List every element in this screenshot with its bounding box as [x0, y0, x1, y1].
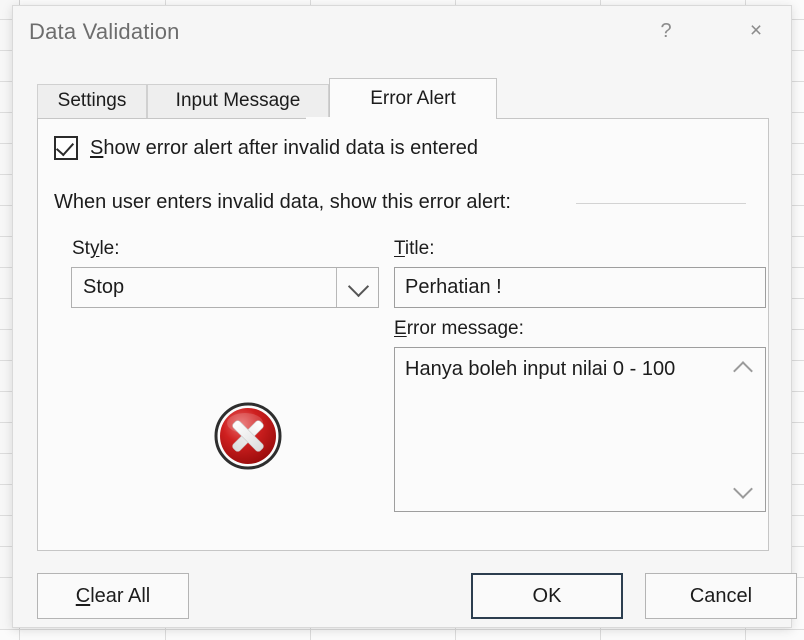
instruction-label: When user enters invalid data, show this…: [54, 191, 511, 213]
error-alert-panel: Show error alert after invalid data is e…: [37, 118, 769, 551]
help-icon[interactable]: ?: [645, 14, 687, 48]
error-message-value: Hanya boleh input nilai 0 - 100: [405, 358, 676, 380]
label-tail: le:: [99, 238, 120, 259]
show-error-alert-checkbox-row[interactable]: Show error alert after invalid data is e…: [54, 136, 478, 160]
chevron-down-icon[interactable]: [731, 479, 757, 502]
title-input-value: Perhatian !: [405, 276, 502, 298]
label-tail: how error alert after invalid data is en…: [103, 136, 478, 159]
accel-char: S: [90, 136, 104, 159]
chevron-shape: [347, 275, 370, 298]
section-divider: [576, 203, 746, 204]
label-tail: itle:: [404, 238, 435, 259]
title-label: Title:: [394, 238, 434, 260]
chevron-down-icon[interactable]: [336, 268, 378, 307]
dialog-title: Data Validation: [29, 19, 180, 44]
label-tail: rror message:: [406, 318, 524, 339]
tab-settings[interactable]: Settings: [37, 84, 147, 118]
title-input[interactable]: Perhatian !: [394, 267, 766, 308]
tab-panel-seam: [306, 117, 472, 120]
show-error-alert-checkbox[interactable]: [54, 136, 78, 160]
dialog-titlebar: Data Validation ? ×: [13, 6, 791, 56]
style-select[interactable]: Stop: [71, 267, 379, 308]
clear-all-button[interactable]: Clear All: [37, 573, 189, 619]
show-error-alert-label: Show error alert after invalid data is e…: [90, 137, 478, 160]
chevron-shape: [733, 479, 753, 499]
ok-button[interactable]: OK: [471, 573, 623, 619]
accel-char: C: [75, 585, 91, 607]
error-message-label: Error message:: [394, 318, 524, 340]
tab-input-message[interactable]: Input Message: [147, 84, 329, 118]
chevron-shape: [733, 361, 753, 381]
style-label: Style:: [72, 238, 120, 259]
accel-char: E: [394, 318, 407, 339]
data-validation-dialog: Data Validation ? × Settings Input Messa…: [12, 5, 797, 628]
tab-error-alert[interactable]: Error Alert: [329, 78, 497, 119]
accel-char: T: [394, 238, 405, 259]
cancel-button[interactable]: Cancel: [645, 573, 797, 619]
style-selected-value: Stop: [83, 276, 125, 298]
grid-line-h: [0, 629, 804, 630]
error-stop-icon: [214, 402, 282, 470]
close-icon[interactable]: ×: [735, 14, 777, 48]
chevron-up-icon[interactable]: [731, 357, 757, 381]
error-message-textarea[interactable]: Hanya boleh input nilai 0 - 100: [394, 347, 766, 512]
label-tail: lear All: [90, 585, 151, 607]
checkmark-icon: [55, 137, 75, 157]
